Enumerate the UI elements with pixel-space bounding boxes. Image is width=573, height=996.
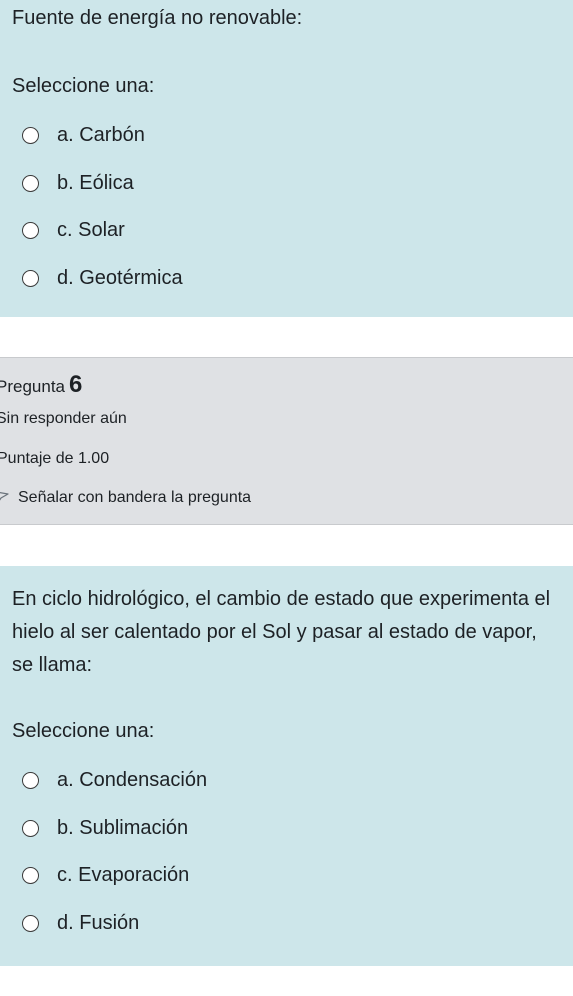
answer-option-condensacion[interactable]: a. Condensación — [12, 757, 561, 805]
flag-question-link[interactable]: Señalar con bandera la pregunta — [0, 489, 251, 507]
radio-unchecked-icon[interactable] — [22, 269, 39, 287]
answer-option-carbon[interactable]: a. Carbón — [12, 112, 561, 160]
answer-label[interactable]: d. Fusión — [57, 912, 139, 935]
answer-label[interactable]: a. Carbón — [57, 124, 145, 147]
answer-option-geotermica[interactable]: d. Geotérmica — [12, 255, 561, 303]
answer-label[interactable]: b. Sublimación — [57, 817, 188, 840]
answer-label[interactable]: a. Condensación — [57, 769, 207, 792]
question-state: Sin responder aún — [0, 410, 127, 427]
answer-option-solar[interactable]: c. Solar — [12, 207, 561, 255]
answer-label[interactable]: b. Eólica — [57, 172, 134, 195]
question-5-content: Fuente de energía no renovable: Seleccio… — [0, 0, 573, 317]
answer-label[interactable]: c. Solar — [57, 219, 125, 242]
flag-question-label[interactable]: Señalar con bandera la pregunta — [18, 489, 251, 507]
radio-unchecked-icon[interactable] — [22, 819, 39, 837]
radio-unchecked-icon[interactable] — [22, 222, 39, 240]
question-6-prompt: Seleccione una: — [12, 720, 155, 742]
answer-option-fusion[interactable]: d. Fusión — [12, 900, 561, 948]
flag-outline-icon[interactable] — [0, 490, 10, 506]
question-5-text: Fuente de energía no renovable: — [12, 7, 303, 29]
answer-label[interactable]: c. Evaporación — [57, 864, 189, 887]
radio-unchecked-icon[interactable] — [22, 914, 39, 932]
answer-option-eolica[interactable]: b. Eólica — [12, 160, 561, 208]
question-number: Pregunta 6 — [0, 371, 82, 399]
question-6-content: En ciclo hidrológico, el cambio de estad… — [0, 566, 573, 966]
answer-label[interactable]: d. Geotérmica — [57, 267, 183, 290]
question-5-prompt: Seleccione una: — [12, 75, 155, 97]
question-5-answers: a. Carbón b. Eólica c. Solar d. Geotérmi… — [12, 112, 561, 302]
question-grade: Puntaje de 1.00 — [0, 450, 110, 467]
question-number-label: Pregunta — [0, 377, 65, 396]
radio-unchecked-icon[interactable] — [22, 127, 39, 145]
question-number-value: 6 — [69, 371, 83, 398]
answer-option-evaporacion[interactable]: c. Evaporación — [12, 852, 561, 900]
radio-unchecked-icon[interactable] — [22, 174, 39, 192]
radio-unchecked-icon[interactable] — [22, 772, 39, 790]
question-6-text: En ciclo hidrológico, el cambio de estad… — [12, 588, 551, 676]
radio-unchecked-icon[interactable] — [22, 867, 39, 885]
quiz-page: Fuente de energía no renovable: Seleccio… — [0, 0, 573, 996]
question-6-info: Pregunta 6 Sin responder aún Puntaje de 1… — [0, 357, 573, 525]
answer-option-sublimacion[interactable]: b. Sublimación — [12, 805, 561, 853]
question-6-answers: a. Condensación b. Sublimación c. Evapor… — [12, 757, 561, 947]
